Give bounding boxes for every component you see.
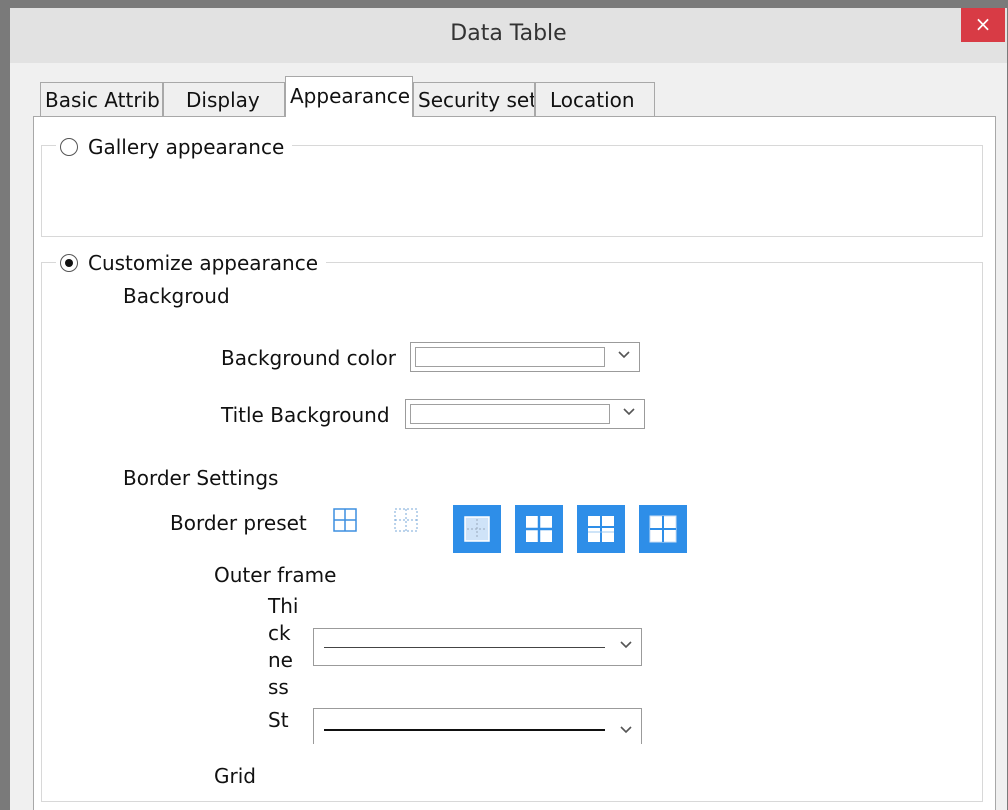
customize-appearance-option[interactable]: Customize appearance [56, 248, 326, 278]
border-grid-outline-icon [649, 515, 677, 543]
window-title: Data Table [450, 21, 567, 46]
border-preset-grid-outline[interactable] [639, 505, 687, 553]
grid-label: Grid [214, 764, 256, 788]
chevron-down-icon [620, 641, 632, 649]
chevron-down-icon [618, 351, 630, 359]
background-heading: Backgroud [123, 284, 230, 308]
tab-security-set[interactable]: Security set [413, 82, 535, 116]
border-dotted-icon [394, 508, 418, 532]
border-preset-label: Border preset [170, 511, 307, 535]
style-dropdown[interactable] [313, 708, 642, 744]
background-color-dropdown[interactable] [410, 342, 640, 372]
background-color-label: Background color [221, 346, 396, 370]
gallery-appearance-option[interactable]: Gallery appearance [56, 132, 293, 162]
border-grid-icon [526, 516, 552, 542]
thickness-dropdown[interactable] [313, 628, 642, 666]
close-button[interactable]: × [961, 8, 1005, 42]
tab-appearance[interactable]: Appearance [285, 76, 413, 117]
border-preset-grid-white-alt[interactable] [577, 505, 625, 553]
outer-frame-label: Outer frame [214, 563, 337, 587]
tab-location[interactable]: Location [535, 82, 655, 116]
border-inner-icon [464, 516, 490, 542]
border-grid-alt-icon [588, 516, 614, 542]
style-label: St [268, 708, 289, 732]
dialog-window: Data Table × Basic Attrib Display Appear… [10, 8, 1007, 810]
border-preset-inner-dotted[interactable] [386, 500, 426, 540]
title-background-label: Title Background [221, 403, 390, 427]
chevron-down-icon [623, 408, 635, 416]
border-preset-inner-only[interactable] [453, 505, 501, 553]
style-line-preview [324, 728, 605, 731]
title-bar: Data Table × [10, 8, 1007, 63]
customize-appearance-label: Customize appearance [88, 251, 318, 275]
thickness-line-preview [324, 647, 605, 648]
tab-display[interactable]: Display [163, 82, 285, 116]
background-color-swatch [415, 347, 605, 367]
border-preset-all[interactable] [325, 500, 365, 540]
tab-basic-attrib[interactable]: Basic Attrib [40, 82, 163, 116]
border-all-icon [333, 508, 357, 532]
title-background-swatch [410, 404, 610, 424]
gallery-radio[interactable] [60, 138, 78, 156]
thickness-label: Thi ck ne ss [268, 594, 299, 699]
border-preset-grid-white[interactable] [515, 505, 563, 553]
title-background-dropdown[interactable] [405, 399, 645, 429]
border-settings-heading: Border Settings [123, 466, 279, 490]
customize-radio[interactable] [60, 254, 78, 272]
gallery-appearance-label: Gallery appearance [88, 135, 285, 159]
chevron-down-icon [620, 725, 632, 733]
